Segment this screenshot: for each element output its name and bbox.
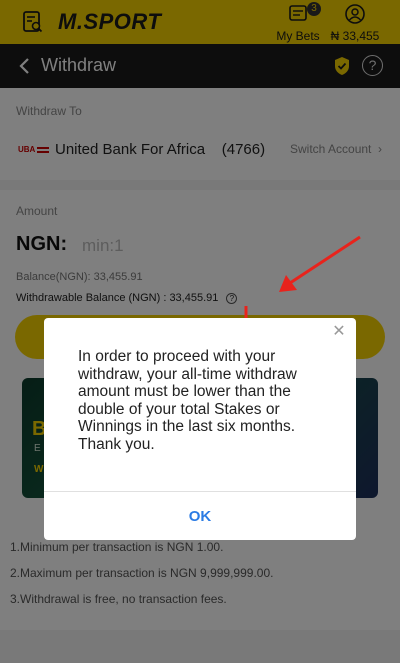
ok-button[interactable]: OK [44,492,356,540]
withdraw-limit-dialog: ✕ In order to proceed with your withdraw… [44,318,356,540]
dialog-message: In order to proceed with your withdraw, … [78,348,297,453]
close-icon[interactable]: ✕ [331,324,347,340]
